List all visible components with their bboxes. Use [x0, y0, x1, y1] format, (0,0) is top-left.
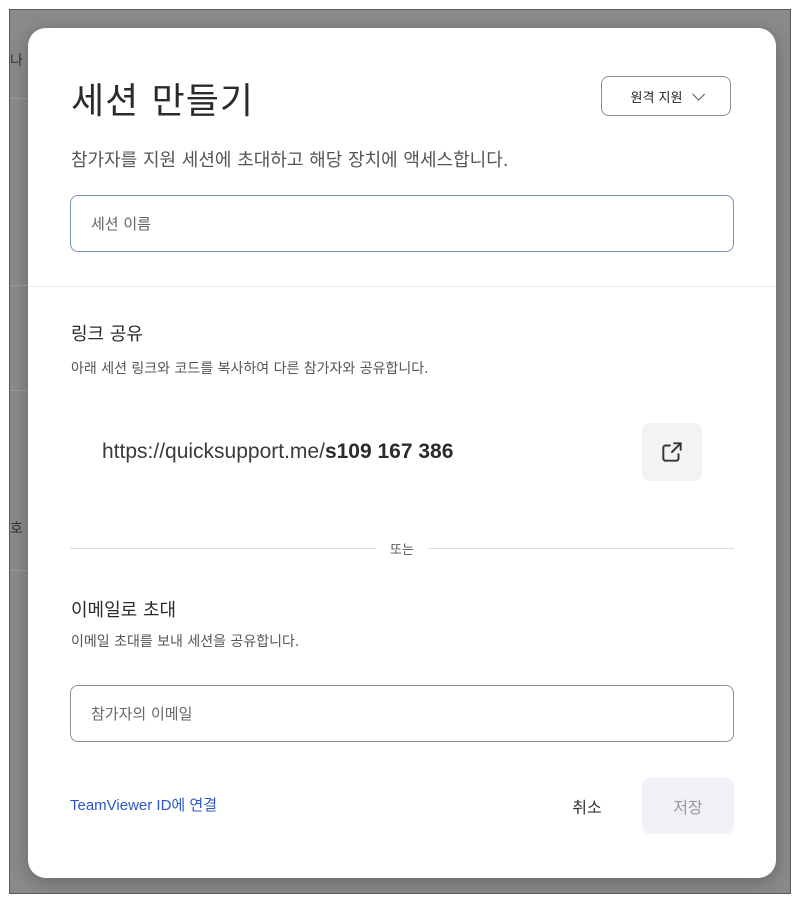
- session-mode-value: 원격 지원: [630, 90, 683, 106]
- share-link-button[interactable]: [642, 423, 702, 481]
- share-icon: [662, 442, 682, 462]
- chevron-down-icon: [692, 87, 706, 101]
- background-text: 호: [10, 521, 23, 537]
- email-invite-title: 이메일로 초대: [71, 600, 177, 621]
- app-background: 나 호 세션 만들기 원격 지원 참가자를 지원 세션에 초대하고 해당 장치에…: [9, 9, 791, 894]
- or-separator: 또는: [70, 539, 735, 558]
- email-invite-description: 이메일 초대를 보내 세션을 공유합니다.: [71, 634, 300, 650]
- share-link-description: 아래 세션 링크와 코드를 복사하여 다른 참가자와 공유합니다.: [71, 361, 429, 377]
- or-label: 또는: [390, 543, 414, 558]
- share-link-title: 링크 공유: [71, 324, 143, 345]
- session-link-url: https://quicksupport.me/: [102, 440, 325, 463]
- session-name-input[interactable]: [70, 195, 734, 252]
- create-session-dialog: 세션 만들기 원격 지원 참가자를 지원 세션에 초대하고 해당 장치에 액세스…: [28, 28, 776, 878]
- dialog-title: 세션 만들기: [71, 81, 255, 122]
- participant-email-input[interactable]: [70, 685, 734, 742]
- cancel-button[interactable]: 취소: [548, 778, 626, 834]
- background-divider: [10, 570, 30, 571]
- background-divider: [10, 98, 30, 99]
- separator-line: [70, 548, 377, 549]
- session-link[interactable]: https://quicksupport.me/s109 167 386: [102, 440, 453, 464]
- session-mode-select[interactable]: 원격 지원: [601, 76, 731, 116]
- save-button[interactable]: 저장: [642, 778, 734, 834]
- background-text: 나: [10, 53, 23, 69]
- background-divider: [10, 285, 30, 286]
- background-divider: [10, 390, 30, 391]
- section-divider: [28, 286, 776, 287]
- session-link-code: s109 167 386: [324, 440, 454, 463]
- dialog-subtitle: 참가자를 지원 세션에 초대하고 해당 장치에 액세스합니다.: [71, 150, 509, 171]
- connect-teamviewer-id-link[interactable]: TeamViewer ID에 연결: [70, 794, 217, 815]
- separator-line: [427, 548, 735, 549]
